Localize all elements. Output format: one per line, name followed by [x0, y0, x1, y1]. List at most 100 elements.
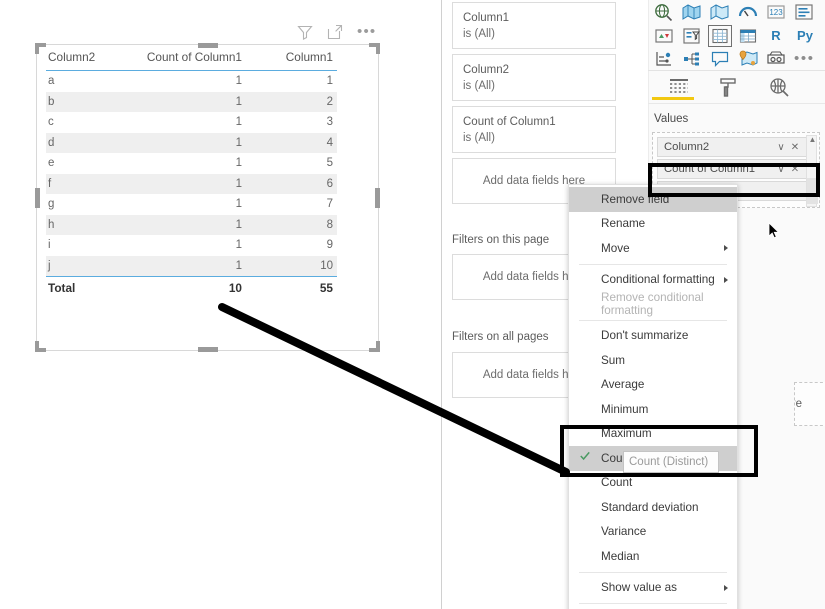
filter-card-column1[interactable]: Column1 is (All) — [452, 2, 616, 49]
table-header-row: Column2 Count of Column1 Column1 — [46, 50, 337, 71]
python-visual-icon[interactable]: Py — [794, 26, 816, 46]
chevron-down-icon[interactable]: ∨ — [774, 142, 788, 153]
more-visuals-icon[interactable]: ••• — [794, 51, 816, 72]
card-number-icon[interactable]: 123 — [766, 3, 788, 23]
cell-column1: 8 — [326, 218, 333, 231]
cell-count-of-column1: 1 — [235, 198, 242, 211]
table-row[interactable]: h 1 8 — [46, 214, 337, 235]
fields-tab[interactable] — [666, 76, 692, 98]
key-influencers-icon[interactable] — [654, 50, 676, 70]
menu-item-label: Sum — [601, 353, 626, 367]
handle-mask — [367, 339, 376, 348]
menu-separator — [579, 571, 727, 573]
cell-count-of-column1: 1 — [235, 95, 242, 108]
menu-item-label: Median — [601, 549, 640, 563]
cell-column1: 3 — [326, 116, 333, 129]
visualization-type-gallery[interactable]: 123 R Py ••• — [648, 3, 825, 71]
cell-column2: b — [48, 95, 55, 108]
filter-card-name: Column2 — [463, 64, 510, 76]
cell-column1: 5 — [326, 157, 333, 170]
drill-through-dropzone[interactable]: here — [794, 382, 825, 426]
slicer-icon[interactable] — [682, 27, 704, 47]
cell-column1: 2 — [326, 95, 333, 108]
filter-icon[interactable] — [297, 24, 313, 40]
report-canvas[interactable]: ••• Column2 Count of Column1 Column1 a 1 1… — [0, 0, 441, 609]
multi-row-card-icon[interactable] — [794, 3, 816, 23]
filter-card-value: is (All) — [463, 80, 495, 92]
shape-map-icon[interactable] — [710, 3, 732, 23]
cell-column1: 10 — [320, 259, 333, 272]
cell-column1: 1 — [326, 75, 333, 88]
cell-count-of-column1: 1 — [235, 136, 242, 149]
menu-item-label: Don't summarize — [601, 329, 689, 343]
menu-item-conditional-formatting[interactable]: Conditional formatting — [569, 268, 737, 293]
handle-mask — [367, 47, 376, 56]
table-visual[interactable]: Column2 Count of Column1 Column1 a 1 1 b 1 2 c… — [46, 50, 337, 298]
table-row[interactable]: a 1 1 — [46, 71, 337, 92]
kpi-icon[interactable] — [654, 27, 676, 47]
scroll-up-caret-icon[interactable]: ▲ — [807, 135, 818, 144]
menu-item-variance[interactable]: Variance — [569, 520, 737, 545]
arcgis-map-icon[interactable] — [738, 50, 760, 70]
menu-item-label: Move — [601, 241, 630, 255]
resize-handle-n[interactable] — [198, 43, 218, 48]
filled-map-icon[interactable] — [682, 3, 704, 23]
column-header-1[interactable]: Count of Column1 — [120, 50, 250, 64]
cell-column1: 7 — [326, 198, 333, 211]
table-row[interactable]: i 1 9 — [46, 235, 337, 256]
tabs-separator — [648, 103, 825, 104]
annotation-box-count-of-column1 — [648, 163, 820, 197]
column-header-2[interactable]: Column1 — [250, 50, 337, 64]
table-row[interactable]: b 1 2 — [46, 91, 337, 112]
visual-header-toolbar[interactable]: ••• — [297, 24, 376, 40]
analytics-tab[interactable] — [766, 76, 792, 98]
table-row[interactable]: j 1 10 — [46, 255, 337, 276]
resize-handle-w[interactable] — [35, 188, 40, 208]
gauge-icon[interactable] — [738, 3, 760, 23]
visual-more-options-icon[interactable]: ••• — [357, 24, 376, 39]
table-row[interactable]: e 1 5 — [46, 153, 337, 174]
menu-item-label: Conditional formatting — [601, 273, 715, 287]
menu-item-don-t-summarize[interactable]: Don't summarize — [569, 324, 737, 349]
fields-tab-selected-underline — [652, 97, 694, 100]
cell-column2: i — [48, 239, 51, 252]
cell-column2: d — [48, 136, 55, 149]
field-context-menu[interactable]: Remove field Rename Move Conditional format… — [568, 184, 738, 609]
filters-on-all-pages-label: Filters on all pages — [452, 331, 549, 343]
field-well-column2[interactable]: Column2 ∨ ✕ — [657, 137, 807, 157]
menu-item-median[interactable]: Median — [569, 544, 737, 569]
menu-item-sum[interactable]: Sum — [569, 348, 737, 373]
cell-count-of-column1: 1 — [235, 239, 242, 252]
matrix-icon[interactable] — [738, 27, 760, 47]
resize-handle-e[interactable] — [375, 188, 380, 208]
table-row[interactable]: g 1 7 — [46, 194, 337, 215]
filter-card-name: Count of Column1 — [463, 116, 556, 128]
table-row[interactable]: c 1 3 — [46, 112, 337, 133]
menu-item-rename[interactable]: Rename — [569, 212, 737, 237]
menu-item-minimum[interactable]: Minimum — [569, 397, 737, 422]
remove-field-icon[interactable]: ✕ — [788, 142, 802, 153]
globe-map-icon[interactable] — [654, 3, 676, 23]
menu-item-label: Show value as — [601, 581, 678, 595]
resize-handle-s[interactable] — [198, 347, 218, 352]
qa-icon[interactable] — [710, 50, 732, 70]
r-script-visual-icon[interactable]: R — [766, 26, 788, 46]
paginated-report-icon[interactable] — [766, 50, 788, 70]
cell-column1: 6 — [326, 177, 333, 190]
table-row[interactable]: f 1 6 — [46, 173, 337, 194]
filter-card-column2[interactable]: Column2 is (All) — [452, 54, 616, 101]
menu-item-standard-deviation[interactable]: Standard deviation — [569, 495, 737, 520]
menu-separator — [579, 319, 727, 321]
menu-item-average[interactable]: Average — [569, 373, 737, 398]
menu-item-move[interactable]: Move — [569, 236, 737, 261]
menu-item-show-value-as[interactable]: Show value as — [569, 576, 737, 601]
menu-item-label: Remove conditional formatting — [601, 291, 704, 318]
focus-mode-icon[interactable] — [327, 24, 343, 40]
submenu-arrow-icon — [724, 245, 728, 251]
table-row[interactable]: d 1 4 — [46, 132, 337, 153]
cell-column2: g — [48, 198, 55, 211]
decomposition-tree-icon[interactable] — [682, 50, 704, 70]
filter-card-count-of-column1[interactable]: Count of Column1 is (All) — [452, 106, 616, 153]
format-tab[interactable] — [716, 76, 742, 98]
column-header-0[interactable]: Column2 — [46, 50, 120, 64]
